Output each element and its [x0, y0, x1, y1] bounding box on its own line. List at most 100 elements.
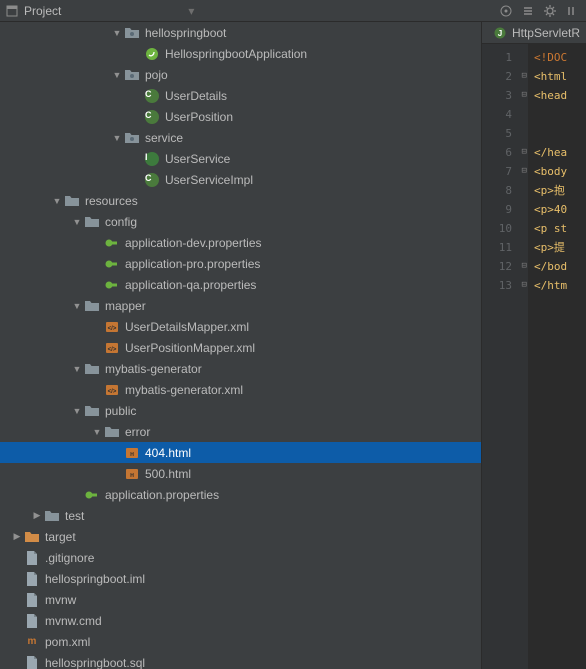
tree-node-userserviceimpl[interactable]: ▶CUserServiceImpl [0, 169, 481, 190]
expand-arrow[interactable]: ▼ [110, 70, 124, 80]
tree-node-target[interactable]: ▶target [0, 526, 481, 547]
svg-text:H: H [130, 452, 134, 458]
tree-node-pom-xml[interactable]: ▶mpom.xml [0, 631, 481, 652]
tree-node-500-html[interactable]: ▶H500.html [0, 463, 481, 484]
project-tree[interactable]: ▼hellospringboot▶HellospringbootApplicat… [0, 22, 482, 669]
tree-node-mvnw-cmd[interactable]: ▶mvnw.cmd [0, 610, 481, 631]
code-line [534, 105, 586, 124]
locate-button[interactable] [496, 2, 516, 20]
svg-text:H: H [130, 473, 134, 479]
tree-node-application-qa-properties[interactable]: ▶application-qa.properties [0, 274, 481, 295]
folder-icon [84, 403, 100, 419]
tree-node-error[interactable]: ▼error [0, 421, 481, 442]
svg-text:</>: </> [108, 326, 117, 332]
code-line: <p st [534, 219, 586, 238]
tree-node-label: UserDetailsMapper.xml [125, 320, 249, 334]
editor-tab[interactable]: J HttpServletR [486, 22, 586, 43]
tree-node-label: mvnw [45, 593, 76, 607]
line-number: 2 [482, 67, 528, 86]
tree-node-test[interactable]: ▶ test [0, 505, 481, 526]
tree-node-application-properties[interactable]: ▶application.properties [0, 484, 481, 505]
expand-arrow[interactable]: ▼ [70, 301, 84, 311]
tree-node-label: hellospringboot.iml [45, 572, 145, 586]
hide-button[interactable] [562, 2, 582, 20]
class-icon: C [144, 109, 160, 125]
code-line: <html [534, 67, 586, 86]
line-gutter: 12345678910111213 [482, 44, 528, 669]
line-number: 12 [482, 257, 528, 276]
tree-node--gitignore[interactable]: ▶.gitignore [0, 547, 481, 568]
editor-panel: J HttpServletR 12345678910111213 <!DOC<h… [482, 22, 586, 669]
tree-node-hellospringboot-sql[interactable]: ▶hellospringboot.sql [0, 652, 481, 669]
tree-node-userdetailsmapper-xml[interactable]: ▶</>UserDetailsMapper.xml [0, 316, 481, 337]
expand-arrow[interactable]: ▼ [110, 133, 124, 143]
class-icon: C [144, 172, 160, 188]
folder-icon [84, 361, 100, 377]
expand-arrow[interactable]: ▼ [90, 427, 104, 437]
expand-arrow[interactable]: ▶ [30, 510, 44, 521]
line-number: 3 [482, 86, 528, 105]
tree-node-userservice[interactable]: ▶IUserService [0, 148, 481, 169]
settings-button[interactable] [540, 2, 560, 20]
expand-arrow[interactable]: ▼ [70, 217, 84, 227]
xml-icon: </> [104, 340, 120, 356]
tree-node-hellospringboot[interactable]: ▼hellospringboot [0, 22, 481, 43]
expand-arrow[interactable]: ▼ [110, 28, 124, 38]
tree-node-mvnw[interactable]: ▶mvnw [0, 589, 481, 610]
tree-node-public[interactable]: ▼public [0, 400, 481, 421]
file-icon [24, 613, 40, 629]
expand-arrow[interactable]: ▼ [70, 364, 84, 374]
expand-arrow[interactable]: ▶ [10, 531, 24, 542]
project-view-dropdown[interactable]: ▾ [185, 5, 197, 17]
prop-icon [84, 487, 100, 503]
tree-node-config[interactable]: ▼ config [0, 211, 481, 232]
tree-node-label: .gitignore [45, 551, 94, 565]
expand-arrow[interactable]: ▼ [50, 196, 64, 206]
tree-node-userdetails[interactable]: ▶CUserDetails [0, 85, 481, 106]
tree-node-application-dev-properties[interactable]: ▶application-dev.properties [0, 232, 481, 253]
file-icon [24, 550, 40, 566]
editor-body[interactable]: 12345678910111213 <!DOC<html<head</hea<b… [482, 44, 586, 669]
code-line: </hea [534, 143, 586, 162]
expand-arrow[interactable]: ▼ [70, 406, 84, 416]
collapse-all-button[interactable] [518, 2, 538, 20]
tree-node-userposition[interactable]: ▶CUserPosition [0, 106, 481, 127]
tree-node-label: test [65, 509, 84, 523]
tree-node-hellospringboot-iml[interactable]: ▶hellospringboot.iml [0, 568, 481, 589]
tree-node-pojo[interactable]: ▼pojo [0, 64, 481, 85]
line-number: 6 [482, 143, 528, 162]
tree-node-userpositionmapper-xml[interactable]: ▶</>UserPositionMapper.xml [0, 337, 481, 358]
code-line: <head [534, 86, 586, 105]
folder-icon [104, 424, 120, 440]
tree-node-label: UserPositionMapper.xml [125, 341, 255, 355]
java-file-icon: J [492, 25, 508, 41]
code-area[interactable]: <!DOC<html<head</hea<body<p>抱<p>40<p st<… [528, 44, 586, 669]
line-number: 9 [482, 200, 528, 219]
tree-node-hellospringbootapplication[interactable]: ▶HellospringbootApplication [0, 43, 481, 64]
tree-node-service[interactable]: ▼service [0, 127, 481, 148]
tree-node-mybatis-generator-xml[interactable]: ▶</>mybatis-generator.xml [0, 379, 481, 400]
line-number: 5 [482, 124, 528, 143]
svg-text:</>: </> [108, 347, 117, 353]
tree-node-mapper[interactable]: ▼mapper [0, 295, 481, 316]
tree-node-application-pro-properties[interactable]: ▶application-pro.properties [0, 253, 481, 274]
tree-node-label: UserService [165, 152, 230, 166]
svg-text:</>: </> [108, 389, 117, 395]
code-line: <!DOC [534, 48, 586, 67]
tree-node-resources[interactable]: ▼resources [0, 190, 481, 211]
m-icon: m [24, 634, 40, 650]
folder-icon [84, 298, 100, 314]
tree-node-label: mybatis-generator.xml [125, 383, 243, 397]
file-icon [24, 655, 40, 669]
tree-node-404-html[interactable]: ▶H404.html [0, 442, 481, 463]
tree-node-label: config [105, 215, 137, 229]
line-number: 1 [482, 48, 528, 67]
tree-node-mybatis-generator[interactable]: ▼mybatis-generator [0, 358, 481, 379]
line-number: 13 [482, 276, 528, 295]
code-line: <p>提 [534, 238, 586, 257]
folder-icon [64, 193, 80, 209]
line-number: 7 [482, 162, 528, 181]
pkg-icon [124, 25, 140, 41]
folder-o-icon [24, 529, 40, 545]
project-icon [4, 3, 20, 19]
